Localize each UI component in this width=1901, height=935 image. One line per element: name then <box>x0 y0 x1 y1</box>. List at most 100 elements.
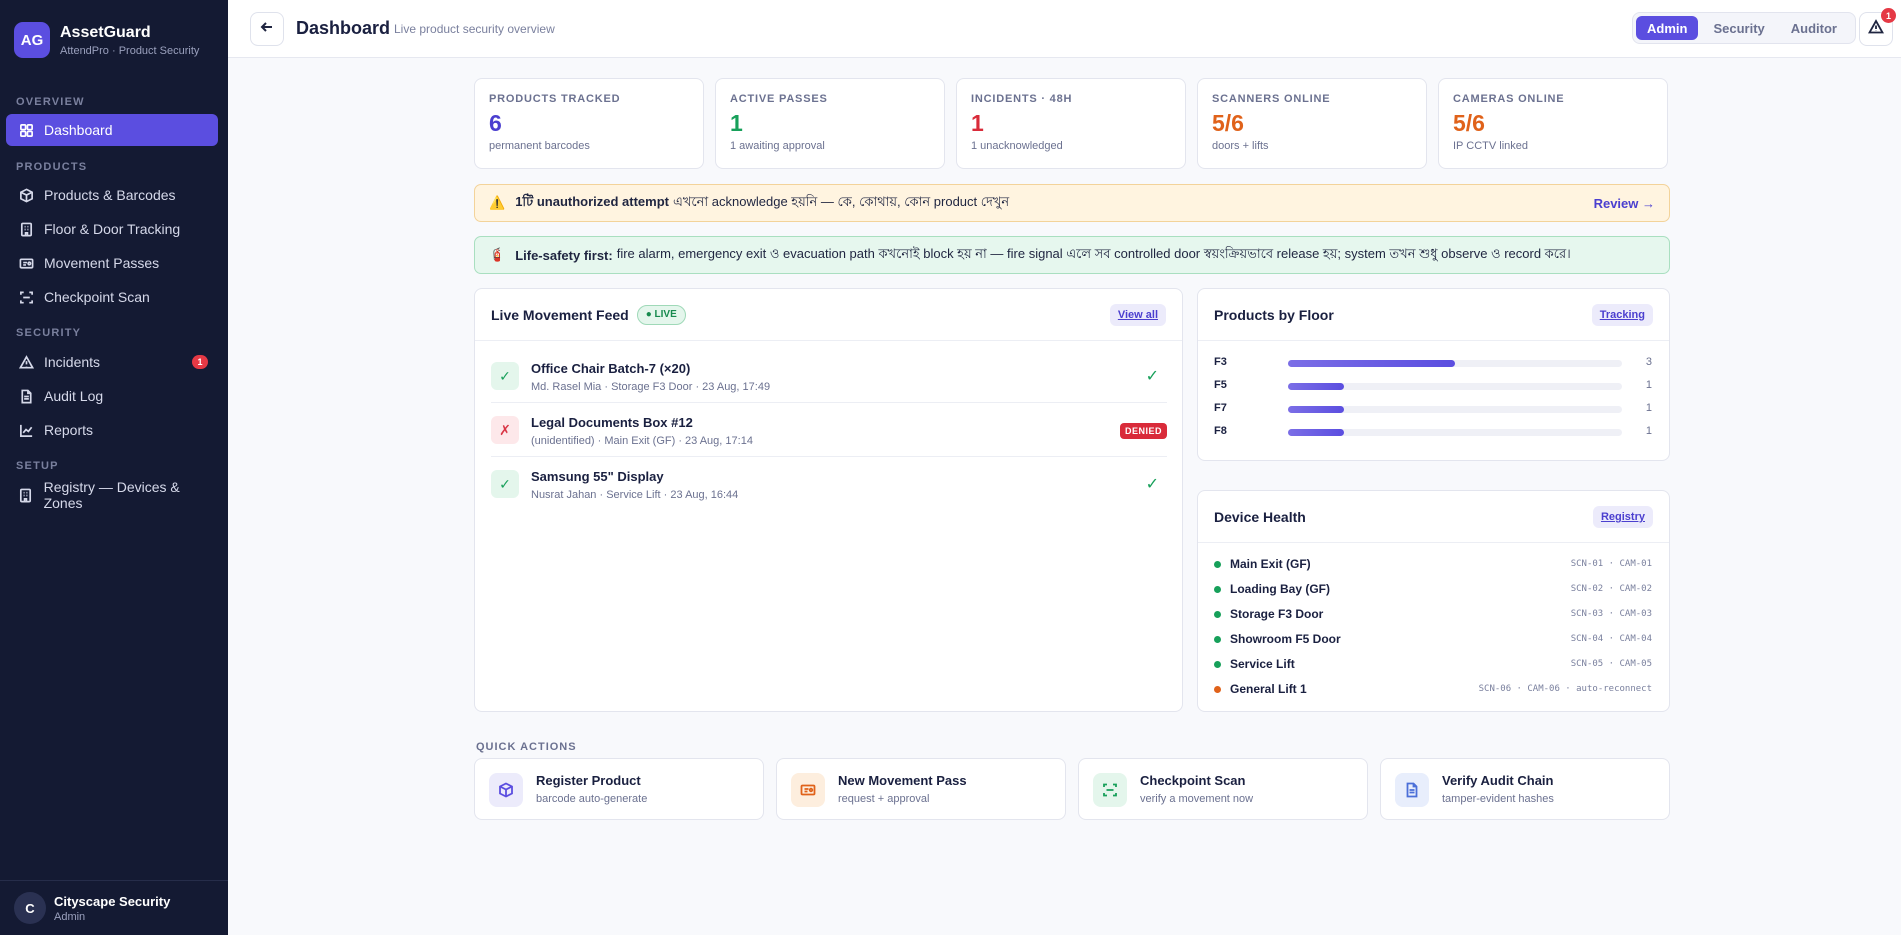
action-title: New Movement Pass <box>838 773 967 788</box>
back-button[interactable] <box>250 12 284 46</box>
feed-item-meta: (unidentified) · Main Exit (GF) · 23 Aug… <box>531 435 753 447</box>
device-ids: SCN-06 · CAM-06 · auto-reconnect <box>1478 684 1652 694</box>
floor-bar-track <box>1288 406 1622 413</box>
chart-icon <box>18 422 34 438</box>
role-security-button[interactable]: Security <box>1702 16 1775 40</box>
sidebar-item-label: Products & Barcodes <box>44 187 176 203</box>
floor-label: F8 <box>1214 425 1227 437</box>
floor-row: F8 1 <box>1214 424 1652 440</box>
action-subtitle: verify a movement now <box>1140 793 1254 805</box>
stat-subtext: permanent barcodes <box>489 140 590 152</box>
feed-row[interactable]: ✓ Office Chair Batch-7 (×20) Md. Rasel M… <box>491 349 1167 403</box>
sidebar-item-floor-door-tracking[interactable]: Floor & Door Tracking <box>6 213 218 245</box>
arrow-left-icon <box>260 20 274 39</box>
denied-badge: DENIED <box>1119 423 1167 439</box>
floor-bar-fill <box>1288 383 1344 390</box>
device-name: Storage F3 Door <box>1230 607 1324 621</box>
role-admin-button[interactable]: Admin <box>1636 16 1699 40</box>
life-safety-banner: 🧯 Life-safety first: fire alarm, emergen… <box>474 236 1670 274</box>
top-bar: Dashboard Live product security overview… <box>228 0 1901 58</box>
box-icon <box>18 187 34 203</box>
action-subtitle: request + approval <box>838 793 930 805</box>
alerts-button[interactable]: 1 <box>1859 8 1896 46</box>
sidebar-item-label: Checkpoint Scan <box>44 289 150 305</box>
sidebar-item-incidents[interactable]: Incidents 1 <box>6 346 218 378</box>
verify-audit-chain-action[interactable]: Verify Audit Chain tamper-evident hashes <box>1380 758 1670 820</box>
user-name: Cityscape Security <box>54 893 171 909</box>
register-product-action[interactable]: Register Product barcode auto-generate <box>474 758 764 820</box>
user-profile[interactable]: C Cityscape Security Admin <box>0 880 228 935</box>
avatar: C <box>14 892 46 924</box>
sidebar-item-products-barcodes[interactable]: Products & Barcodes <box>6 179 218 211</box>
device-row: General Lift 1 SCN-06 · CAM-06 · auto-re… <box>1214 680 1652 700</box>
sidebar-item-registry[interactable]: Registry — Devices & Zones <box>6 479 218 511</box>
stat-card-active-passes: ACTIVE PASSES 1 1 awaiting approval <box>715 78 945 169</box>
scan-icon <box>18 289 34 305</box>
role-auditor-button[interactable]: Auditor <box>1780 16 1848 40</box>
new-movement-pass-action[interactable]: New Movement Pass request + approval <box>776 758 1066 820</box>
floor-count: 1 <box>1645 402 1652 414</box>
role-switcher: Admin Security Auditor <box>1632 12 1856 44</box>
device-health-panel: Device Health Registry Main Exit (GF) SC… <box>1197 490 1670 712</box>
device-name: Showroom F5 Door <box>1230 632 1341 646</box>
floor-bar-track <box>1288 429 1622 436</box>
sidebar-item-audit-log[interactable]: Audit Log <box>6 380 218 412</box>
device-row: Storage F3 Door SCN-03 · CAM-03 <box>1214 605 1652 625</box>
check-icon: ✓ <box>1145 476 1159 493</box>
sidebar-item-label: Floor & Door Tracking <box>44 221 181 237</box>
review-link[interactable]: Review → <box>1594 196 1655 211</box>
products-by-floor-panel: Products by Floor Tracking F3 3 F5 1 F7 … <box>1197 288 1670 461</box>
sidebar: AG AssetGuard AttendPro · Product Securi… <box>0 0 228 935</box>
user-role: Admin <box>54 910 86 923</box>
building-icon <box>18 487 34 503</box>
quick-actions-label: QUICK ACTIONS <box>476 741 577 753</box>
sidebar-item-movement-passes[interactable]: Movement Passes <box>6 247 218 279</box>
status-dot <box>1214 661 1221 668</box>
device-name: Main Exit (GF) <box>1230 557 1311 571</box>
sidebar-item-label: Dashboard <box>44 122 113 138</box>
floor-label: F5 <box>1214 379 1227 391</box>
feed-row[interactable]: ✗ Legal Documents Box #12 (unidentified)… <box>491 403 1167 457</box>
live-movement-feed-panel: Live Movement Feed ● LIVE View all ✓ Off… <box>474 288 1183 712</box>
checkpoint-scan-action[interactable]: Checkpoint Scan verify a movement now <box>1078 758 1368 820</box>
sidebar-item-dashboard[interactable]: Dashboard <box>6 114 218 146</box>
device-row: Loading Bay (GF) SCN-02 · CAM-02 <box>1214 580 1652 600</box>
view-all-link[interactable]: View all <box>1109 304 1166 326</box>
panel-title: Device Health <box>1214 508 1306 525</box>
scan-icon <box>1093 773 1127 807</box>
brand-name: AssetGuard <box>60 23 151 41</box>
action-title: Verify Audit Chain <box>1442 773 1554 788</box>
page-subtitle: Live product security overview <box>394 22 555 36</box>
stat-label: INCIDENTS · 48H <box>971 93 1073 105</box>
stat-card-cameras-online: CAMERAS ONLINE 5/6 IP CCTV linked <box>1438 78 1668 169</box>
floor-bar-track <box>1288 360 1622 367</box>
floor-row: F3 3 <box>1214 355 1652 371</box>
success-icon: ✓ <box>491 470 519 498</box>
stat-subtext: doors + lifts <box>1212 140 1269 152</box>
stat-subtext: 1 unacknowledged <box>971 140 1063 152</box>
feed-row[interactable]: ✓ Samsung 55" Display Nusrat Jahan · Ser… <box>491 457 1167 511</box>
device-row: Main Exit (GF) SCN-01 · CAM-01 <box>1214 555 1652 575</box>
feed-item-meta: Nusrat Jahan · Service Lift · 23 Aug, 16… <box>531 489 739 501</box>
sidebar-item-reports[interactable]: Reports <box>6 414 218 446</box>
tracking-link[interactable]: Tracking <box>1591 304 1653 326</box>
nav-section-overview: OVERVIEW <box>16 96 85 108</box>
sidebar-item-label: Reports <box>44 422 94 438</box>
status-dot <box>1214 636 1221 643</box>
sidebar-item-checkpoint-scan[interactable]: Checkpoint Scan <box>6 281 218 313</box>
floor-bar-track <box>1288 383 1622 390</box>
device-row: Service Lift SCN-05 · CAM-05 <box>1214 655 1652 675</box>
device-name: Service Lift <box>1230 657 1295 671</box>
building-icon <box>18 221 34 237</box>
unauthorized-attempt-banner: ⚠️ 1টি unauthorized attempt এখনো acknowl… <box>474 184 1670 222</box>
stat-card-products-tracked: PRODUCTS TRACKED 6 permanent barcodes <box>474 78 704 169</box>
sidebar-item-label: Incidents <box>44 354 101 370</box>
registry-link[interactable]: Registry <box>1592 506 1653 528</box>
fire-extinguisher-icon: 🧯 <box>489 247 506 262</box>
ticket-icon <box>18 255 34 271</box>
action-title: Register Product <box>536 773 641 788</box>
warning-icon: ⚠️ <box>489 195 506 210</box>
floor-bar-fill <box>1288 406 1344 413</box>
success-icon: ✓ <box>491 362 519 390</box>
feed-item-title: Samsung 55" Display <box>531 469 664 484</box>
